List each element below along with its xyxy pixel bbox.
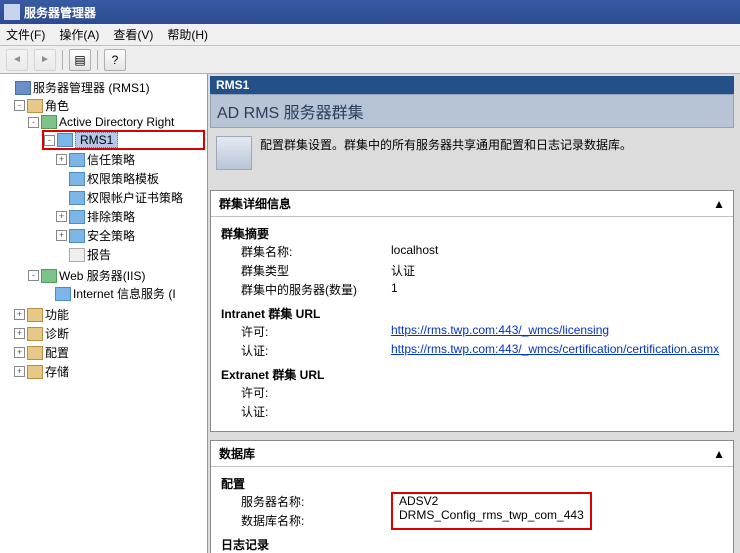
tree-iis[interactable]: Web 服务器(IIS) xyxy=(59,267,145,284)
section-config-db: 配置 xyxy=(221,475,723,492)
label-licensing: 许可: xyxy=(221,323,391,340)
toolbar-sep xyxy=(62,50,63,70)
expand-icon[interactable]: + xyxy=(14,366,25,377)
panel-title: 数据库 xyxy=(219,445,255,462)
app-icon xyxy=(4,4,20,20)
value-server-count: 1 xyxy=(391,281,723,298)
menu-bar: 文件(F) 操作(A) 查看(V) 帮助(H) xyxy=(0,24,740,46)
tree-conf[interactable]: 配置 xyxy=(45,344,69,361)
label-db-server: 服务器名称: xyxy=(221,493,391,510)
label-certification: 认证: xyxy=(221,342,391,359)
policy-icon xyxy=(69,210,85,224)
config-icon xyxy=(27,346,43,360)
expand-icon[interactable]: + xyxy=(14,328,25,339)
expand-icon[interactable]: - xyxy=(14,100,25,111)
policy-icon xyxy=(69,191,85,205)
cluster-icon xyxy=(57,133,73,147)
menu-view[interactable]: 查看(V) xyxy=(113,26,153,43)
label-server-count: 群集中的服务器(数量) xyxy=(221,281,391,298)
title-bar: 服务器管理器 xyxy=(0,0,740,24)
link-certification[interactable]: https://rms.twp.com:443/_wmcs/certificat… xyxy=(391,342,719,356)
expand-icon[interactable]: - xyxy=(44,135,55,146)
panel-title: 群集详细信息 xyxy=(219,195,291,212)
role-icon xyxy=(27,99,43,113)
value-db-server: ADSV2 xyxy=(399,494,584,508)
value-db-name: DRMS_Config_rms_twp_com_443 xyxy=(399,508,584,522)
value-ext-certification xyxy=(391,403,723,420)
label-ext-certification: 认证: xyxy=(221,403,391,420)
policy-icon xyxy=(69,153,85,167)
value-cluster-type: 认证 xyxy=(391,262,723,279)
expand-icon[interactable]: + xyxy=(56,230,67,241)
storage-icon xyxy=(27,365,43,379)
menu-file[interactable]: 文件(F) xyxy=(6,26,45,43)
tree-roles[interactable]: 角色 xyxy=(45,97,69,114)
expand-icon[interactable]: + xyxy=(56,211,67,222)
section-summary: 群集摘要 xyxy=(221,225,723,242)
page-description: 配置群集设置。群集中的所有服务器共享通用配置和日志记录数据库。 xyxy=(260,136,632,153)
label-cluster-type: 群集类型 xyxy=(221,262,391,279)
report-icon xyxy=(69,248,85,262)
server-icon xyxy=(15,81,31,95)
tree-feat[interactable]: 功能 xyxy=(45,306,69,323)
tree-trust[interactable]: 信任策略 xyxy=(87,151,135,168)
iis-svc-icon xyxy=(55,287,71,301)
expand-icon[interactable]: - xyxy=(28,117,39,128)
menu-action[interactable]: 操作(A) xyxy=(59,26,99,43)
link-licensing[interactable]: https://rms.twp.com:443/_wmcs/licensing xyxy=(391,323,609,337)
tree-adrms[interactable]: Active Directory Right xyxy=(59,115,174,129)
tree-rms1[interactable]: RMS1 xyxy=(75,132,118,148)
section-logging-db: 日志记录 xyxy=(221,536,723,553)
label-cluster-name: 群集名称: xyxy=(221,243,391,260)
nav-tree[interactable]: 服务器管理器 (RMS1) -角色 -Active Directory Righ… xyxy=(0,74,208,553)
page-title: AD RMS 服务器群集 xyxy=(210,94,734,128)
help-button[interactable]: ? xyxy=(104,49,126,71)
window-title: 服务器管理器 xyxy=(24,4,96,21)
diag-icon xyxy=(27,327,43,341)
toolbar-sep xyxy=(97,50,98,70)
tree-diag[interactable]: 诊断 xyxy=(45,325,69,342)
expand-icon[interactable]: + xyxy=(56,154,67,165)
tree-tmpl[interactable]: 权限策略模板 xyxy=(87,170,159,187)
collapse-icon[interactable]: ▲ xyxy=(713,447,725,461)
value-cluster-name: localhost xyxy=(391,243,723,260)
tree-root[interactable]: 服务器管理器 (RMS1) xyxy=(33,79,150,96)
tree-sec[interactable]: 安全策略 xyxy=(87,227,135,244)
tree-cert[interactable]: 权限帐户证书策略 xyxy=(87,189,183,206)
iis-icon xyxy=(41,269,57,283)
expand-icon[interactable]: + xyxy=(14,347,25,358)
features-icon xyxy=(27,308,43,322)
policy-icon xyxy=(69,229,85,243)
breadcrumb: RMS1 xyxy=(210,76,734,94)
menu-help[interactable]: 帮助(H) xyxy=(167,26,208,43)
collapse-icon[interactable]: ▲ xyxy=(713,197,725,211)
section-extranet: Extranet 群集 URL xyxy=(221,366,723,383)
label-db-name: 数据库名称: xyxy=(221,512,391,529)
content-pane: RMS1 AD RMS 服务器群集 配置群集设置。群集中的所有服务器共享通用配置… xyxy=(208,74,740,553)
forward-button[interactable]: ► xyxy=(34,49,56,71)
label-ext-licensing: 许可: xyxy=(221,384,391,401)
back-button[interactable]: ◄ xyxy=(6,49,28,71)
policy-icon xyxy=(69,172,85,186)
expand-icon[interactable]: - xyxy=(28,270,39,281)
config-db-highlight: ADSV2 DRMS_Config_rms_twp_com_443 xyxy=(391,492,592,530)
tree-iisinfo[interactable]: Internet 信息服务 (I xyxy=(73,285,176,302)
section-intranet: Intranet 群集 URL xyxy=(221,305,723,322)
cluster-detail-panel: 群集详细信息 ▲ 群集摘要 群集名称:localhost 群集类型认证 群集中的服… xyxy=(210,190,734,432)
cluster-icon xyxy=(216,136,252,170)
tree-excl[interactable]: 排除策略 xyxy=(87,208,135,225)
database-panel: 数据库 ▲ 配置 服务器名称: 数据库名称: ADSV2 DRMS_Config_… xyxy=(210,440,734,553)
adrms-icon xyxy=(41,115,57,129)
tree-report[interactable]: 报告 xyxy=(87,246,111,263)
show-hide-tree-button[interactable]: ▤ xyxy=(69,49,91,71)
expand-icon[interactable]: + xyxy=(14,309,25,320)
toolbar: ◄ ► ▤ ? xyxy=(0,46,740,74)
tree-stor[interactable]: 存储 xyxy=(45,363,69,380)
value-ext-licensing xyxy=(391,384,723,401)
